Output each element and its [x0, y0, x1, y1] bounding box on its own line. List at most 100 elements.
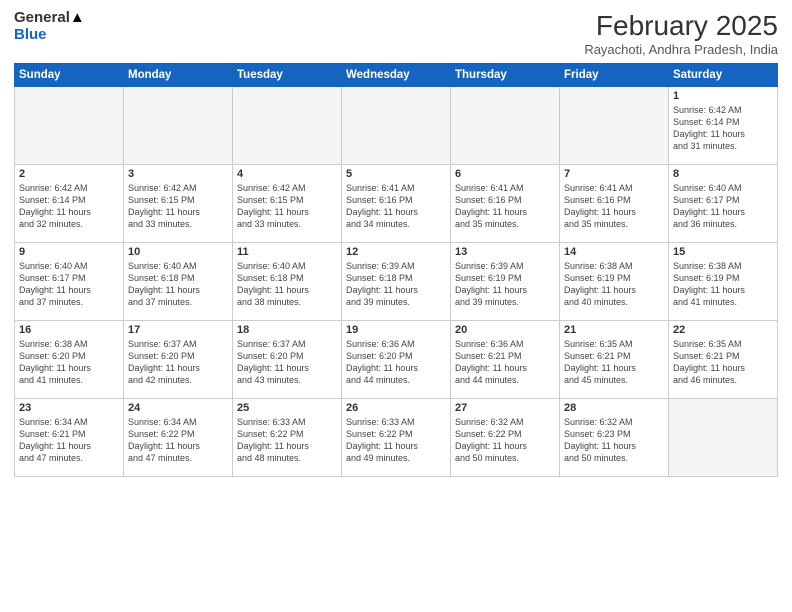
day-number: 25	[237, 402, 337, 414]
col-header-friday: Friday	[560, 64, 669, 87]
day-number: 12	[346, 246, 446, 258]
day-cell: 26 Sunrise: 6:33 AM Sunset: 6:22 PM Dayli…	[342, 399, 451, 477]
day-cell: 27 Sunrise: 6:32 AM Sunset: 6:22 PM Dayli…	[451, 399, 560, 477]
day-number: 24	[128, 402, 228, 414]
day-info: Sunrise: 6:42 AM Sunset: 6:14 PM Dayligh…	[19, 182, 119, 231]
day-cell: 28 Sunrise: 6:32 AM Sunset: 6:23 PM Dayli…	[560, 399, 669, 477]
header-row: SundayMondayTuesdayWednesdayThursdayFrid…	[15, 64, 778, 87]
day-info: Sunrise: 6:33 AM Sunset: 6:22 PM Dayligh…	[237, 416, 337, 465]
col-header-wednesday: Wednesday	[342, 64, 451, 87]
day-cell	[451, 87, 560, 165]
day-cell: 11 Sunrise: 6:40 AM Sunset: 6:18 PM Dayli…	[233, 243, 342, 321]
day-cell	[15, 87, 124, 165]
day-info: Sunrise: 6:33 AM Sunset: 6:22 PM Dayligh…	[346, 416, 446, 465]
day-cell: 18Sunrise: 6:37 AM Sunset: 6:20 PM Dayli…	[233, 321, 342, 399]
day-cell: 12 Sunrise: 6:39 AM Sunset: 6:18 PM Dayli…	[342, 243, 451, 321]
day-cell	[233, 87, 342, 165]
calendar-table: SundayMondayTuesdayWednesdayThursdayFrid…	[14, 63, 778, 477]
day-number: 4	[237, 168, 337, 180]
day-number: 16	[19, 324, 119, 336]
day-info: Sunrise: 6:34 AM Sunset: 6:21 PM Dayligh…	[19, 416, 119, 465]
week-row-2: 2 Sunrise: 6:42 AM Sunset: 6:14 PM Daylig…	[15, 165, 778, 243]
day-number: 27	[455, 402, 555, 414]
day-cell: 17Sunrise: 6:37 AM Sunset: 6:20 PM Dayli…	[124, 321, 233, 399]
day-info: Sunrise: 6:32 AM Sunset: 6:23 PM Dayligh…	[564, 416, 664, 465]
day-cell: 13Sunrise: 6:39 AM Sunset: 6:19 PM Dayli…	[451, 243, 560, 321]
day-number: 23	[19, 402, 119, 414]
day-number: 21	[564, 324, 664, 336]
calendar-title: February 2025	[584, 10, 778, 42]
day-info: Sunrise: 6:40 AM Sunset: 6:17 PM Dayligh…	[19, 260, 119, 309]
day-number: 20	[455, 324, 555, 336]
day-number: 22	[673, 324, 773, 336]
day-number: 14	[564, 246, 664, 258]
day-info: Sunrise: 6:39 AM Sunset: 6:18 PM Dayligh…	[346, 260, 446, 309]
day-number: 28	[564, 402, 664, 414]
page: General▲ Blue February 2025 Rayachoti, A…	[0, 0, 792, 612]
day-number: 5	[346, 168, 446, 180]
day-number: 2	[19, 168, 119, 180]
day-number: 11	[237, 246, 337, 258]
day-info: Sunrise: 6:42 AM Sunset: 6:15 PM Dayligh…	[237, 182, 337, 231]
day-number: 26	[346, 402, 446, 414]
day-info: Sunrise: 6:35 AM Sunset: 6:21 PM Dayligh…	[673, 338, 773, 387]
day-cell: 6Sunrise: 6:41 AM Sunset: 6:16 PM Daylig…	[451, 165, 560, 243]
day-info: Sunrise: 6:36 AM Sunset: 6:20 PM Dayligh…	[346, 338, 446, 387]
logo-blue: Blue	[14, 26, 47, 43]
day-cell: 15 Sunrise: 6:38 AM Sunset: 6:19 PM Dayli…	[669, 243, 778, 321]
day-info: Sunrise: 6:36 AM Sunset: 6:21 PM Dayligh…	[455, 338, 555, 387]
day-info: Sunrise: 6:40 AM Sunset: 6:18 PM Dayligh…	[237, 260, 337, 309]
day-cell: 3 Sunrise: 6:42 AM Sunset: 6:15 PM Daylig…	[124, 165, 233, 243]
col-header-thursday: Thursday	[451, 64, 560, 87]
day-info: Sunrise: 6:42 AM Sunset: 6:14 PM Dayligh…	[673, 104, 773, 153]
day-number: 15	[673, 246, 773, 258]
day-number: 19	[346, 324, 446, 336]
logo: General▲ Blue	[14, 10, 85, 43]
logo-text: General▲ Blue	[14, 10, 85, 43]
day-cell	[560, 87, 669, 165]
week-row-4: 16 Sunrise: 6:38 AM Sunset: 6:20 PM Dayli…	[15, 321, 778, 399]
day-cell: 23 Sunrise: 6:34 AM Sunset: 6:21 PM Dayli…	[15, 399, 124, 477]
day-info: Sunrise: 6:34 AM Sunset: 6:22 PM Dayligh…	[128, 416, 228, 465]
day-info: Sunrise: 6:38 AM Sunset: 6:20 PM Dayligh…	[19, 338, 119, 387]
day-cell: 2 Sunrise: 6:42 AM Sunset: 6:14 PM Daylig…	[15, 165, 124, 243]
day-number: 1	[673, 90, 773, 102]
col-header-monday: Monday	[124, 64, 233, 87]
logo-general: General	[14, 9, 70, 26]
title-block: February 2025 Rayachoti, Andhra Pradesh,…	[584, 10, 778, 57]
day-cell: 22 Sunrise: 6:35 AM Sunset: 6:21 PM Dayli…	[669, 321, 778, 399]
day-cell: 5 Sunrise: 6:41 AM Sunset: 6:16 PM Daylig…	[342, 165, 451, 243]
day-cell	[124, 87, 233, 165]
calendar-subtitle: Rayachoti, Andhra Pradesh, India	[584, 42, 778, 57]
day-cell: 24 Sunrise: 6:34 AM Sunset: 6:22 PM Dayli…	[124, 399, 233, 477]
day-info: Sunrise: 6:38 AM Sunset: 6:19 PM Dayligh…	[673, 260, 773, 309]
week-row-5: 23 Sunrise: 6:34 AM Sunset: 6:21 PM Dayli…	[15, 399, 778, 477]
day-cell: 20 Sunrise: 6:36 AM Sunset: 6:21 PM Dayli…	[451, 321, 560, 399]
day-info: Sunrise: 6:40 AM Sunset: 6:18 PM Dayligh…	[128, 260, 228, 309]
day-info: Sunrise: 6:35 AM Sunset: 6:21 PM Dayligh…	[564, 338, 664, 387]
col-header-saturday: Saturday	[669, 64, 778, 87]
day-cell: 21 Sunrise: 6:35 AM Sunset: 6:21 PM Dayli…	[560, 321, 669, 399]
day-info: Sunrise: 6:38 AM Sunset: 6:19 PM Dayligh…	[564, 260, 664, 309]
day-cell: 25 Sunrise: 6:33 AM Sunset: 6:22 PM Dayli…	[233, 399, 342, 477]
day-cell: 4 Sunrise: 6:42 AM Sunset: 6:15 PM Daylig…	[233, 165, 342, 243]
day-number: 10	[128, 246, 228, 258]
day-cell: 10 Sunrise: 6:40 AM Sunset: 6:18 PM Dayli…	[124, 243, 233, 321]
day-number: 17	[128, 324, 228, 336]
day-info: Sunrise: 6:42 AM Sunset: 6:15 PM Dayligh…	[128, 182, 228, 231]
day-cell: 8Sunrise: 6:40 AM Sunset: 6:17 PM Daylig…	[669, 165, 778, 243]
day-info: Sunrise: 6:32 AM Sunset: 6:22 PM Dayligh…	[455, 416, 555, 465]
day-number: 18	[237, 324, 337, 336]
day-cell: 19 Sunrise: 6:36 AM Sunset: 6:20 PM Dayli…	[342, 321, 451, 399]
day-cell	[669, 399, 778, 477]
header: General▲ Blue February 2025 Rayachoti, A…	[14, 10, 778, 57]
day-number: 9	[19, 246, 119, 258]
col-header-tuesday: Tuesday	[233, 64, 342, 87]
day-info: Sunrise: 6:41 AM Sunset: 6:16 PM Dayligh…	[564, 182, 664, 231]
day-number: 3	[128, 168, 228, 180]
day-info: Sunrise: 6:40 AM Sunset: 6:17 PM Dayligh…	[673, 182, 773, 231]
day-cell: 7Sunrise: 6:41 AM Sunset: 6:16 PM Daylig…	[560, 165, 669, 243]
day-info: Sunrise: 6:39 AM Sunset: 6:19 PM Dayligh…	[455, 260, 555, 309]
day-info: Sunrise: 6:41 AM Sunset: 6:16 PM Dayligh…	[455, 182, 555, 231]
day-info: Sunrise: 6:41 AM Sunset: 6:16 PM Dayligh…	[346, 182, 446, 231]
